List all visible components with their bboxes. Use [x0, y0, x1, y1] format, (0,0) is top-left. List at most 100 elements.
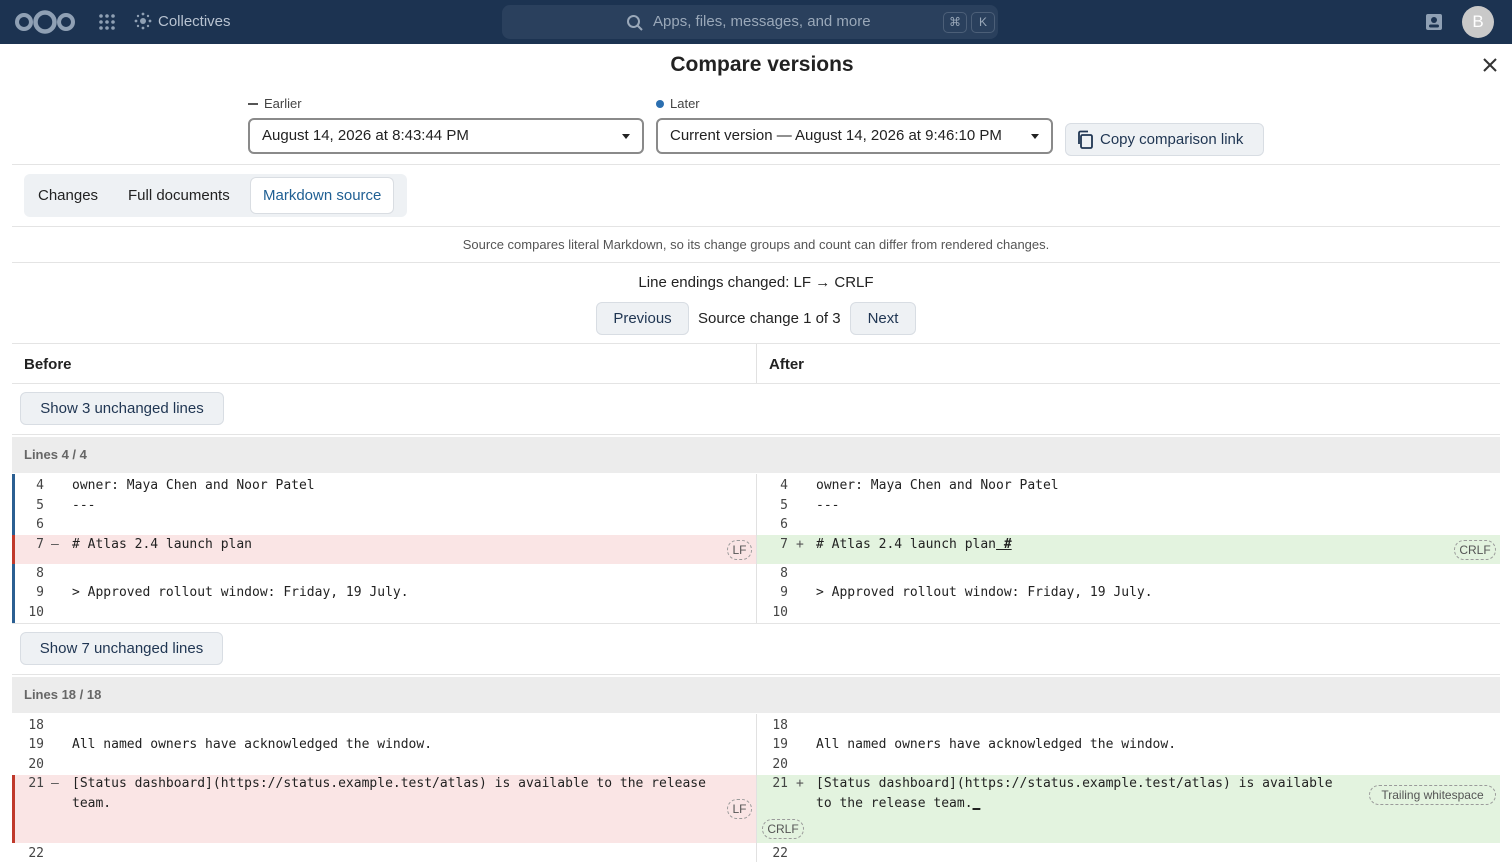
line-number: 8	[780, 566, 788, 581]
line-ending-badge: LF	[727, 799, 752, 819]
line-number: 18	[28, 718, 44, 733]
line-number: 7	[36, 537, 44, 552]
line-number: 19	[28, 737, 44, 752]
show-unchanged-lines-button[interactable]: Show 3 unchanged lines	[20, 392, 224, 425]
hunk-header: Lines 18 / 18	[12, 677, 1500, 713]
earlier-label: Earlier	[248, 96, 302, 111]
code-line: [Status dashboard](https://status.exampl…	[72, 776, 706, 791]
show-unchanged-lines-button[interactable]: Show 7 unchanged lines	[20, 632, 223, 665]
view-tabs: Changes Full documents Markdown source	[24, 174, 407, 217]
hunk-change-bar	[12, 775, 15, 843]
trailing-whitespace-badge: Trailing whitespace	[1369, 785, 1496, 805]
line-number: 5	[780, 498, 788, 513]
line-endings-notice: Line endings changed: LF → CRLF	[638, 274, 874, 291]
collectives-icon	[134, 12, 152, 30]
hunk-change-bar	[12, 535, 15, 564]
line-number: 8	[36, 566, 44, 581]
divider	[12, 164, 1500, 165]
code-line: All named owners have acknowledged the w…	[816, 737, 1177, 752]
deletion-sign: –	[51, 537, 59, 552]
line-number: 5	[36, 498, 44, 513]
line-number: 4	[36, 478, 44, 493]
line-number: 18	[772, 718, 788, 733]
line-number: 4	[780, 478, 788, 493]
source-change-status: Source change 1 of 3	[698, 310, 841, 327]
user-avatar[interactable]: B	[1462, 6, 1494, 38]
line-number: 21	[772, 776, 788, 791]
line-number: 10	[772, 605, 788, 620]
line-number: 9	[36, 585, 44, 600]
divider	[12, 623, 1500, 624]
copy-icon	[1078, 130, 1093, 149]
apps-menu-icon[interactable]	[98, 13, 116, 31]
code-line: > Approved rollout window: Friday, 19 Ju…	[72, 585, 409, 600]
code-line: # Atlas 2.4 launch plan #	[816, 537, 1012, 552]
column-divider	[756, 714, 757, 862]
line-number: 19	[772, 737, 788, 752]
tab-full-documents[interactable]: Full documents	[116, 178, 242, 213]
line-number: 21	[28, 776, 44, 791]
hunk-context-bar	[12, 474, 15, 535]
code-line: owner: Maya Chen and Noor Patel	[72, 478, 315, 493]
after-column-header: After	[769, 356, 805, 373]
close-icon[interactable]	[1481, 56, 1499, 74]
nextcloud-logo-icon[interactable]	[14, 9, 76, 35]
line-number: 20	[772, 757, 788, 772]
app-link-collectives[interactable]: Collectives	[134, 12, 231, 30]
source-info-text: Source compares literal Markdown, so its…	[462, 237, 1050, 252]
code-line: ---	[72, 498, 96, 513]
divider	[12, 262, 1500, 263]
addition-sign: +	[796, 537, 804, 552]
line-number: 20	[28, 757, 44, 772]
chevron-down-icon	[1031, 134, 1039, 139]
code-line: owner: Maya Chen and Noor Patel	[816, 478, 1059, 493]
divider	[12, 434, 1500, 435]
code-line: > Approved rollout window: Friday, 19 Ju…	[816, 585, 1153, 600]
chevron-down-icon	[622, 134, 630, 139]
line-number: 6	[780, 517, 788, 532]
column-divider	[756, 344, 757, 384]
later-version-select[interactable]: Current version — August 14, 2026 at 9:4…	[656, 118, 1053, 154]
whitespace-marker: #	[996, 537, 1012, 552]
line-number: 6	[36, 517, 44, 532]
top-bar: Collectives Apps, files, messages, and m…	[0, 0, 1512, 44]
code-line: # Atlas 2.4 launch plan	[72, 537, 253, 552]
earlier-version-select[interactable]: August 14, 2026 at 8:43:44 PM	[248, 118, 644, 154]
app-name-label: Collectives	[158, 12, 231, 30]
before-column-header: Before	[24, 356, 72, 373]
code-line: All named owners have acknowledged the w…	[72, 737, 433, 752]
code-line-wrapped: team.	[72, 796, 112, 811]
line-number: 10	[28, 605, 44, 620]
previous-button[interactable]: Previous	[596, 302, 689, 335]
later-dot-icon	[656, 99, 664, 108]
line-ending-badge: CRLF	[762, 819, 804, 839]
copy-comparison-link-button[interactable]: Copy comparison link	[1065, 123, 1264, 156]
next-button[interactable]: Next	[850, 302, 916, 335]
deletion-sign: –	[51, 776, 59, 791]
code-line: ---	[816, 498, 840, 513]
line-number: 7	[780, 537, 788, 552]
divider	[12, 674, 1500, 675]
tab-changes[interactable]: Changes	[26, 178, 110, 213]
whitespace-marker: _	[972, 796, 981, 811]
hunk-context-bar	[12, 564, 15, 623]
line-ending-badge: CRLF	[1454, 540, 1496, 560]
earlier-dash-icon	[248, 102, 258, 105]
hunk-header: Lines 4 / 4	[12, 437, 1500, 473]
shortcut-key-k: K	[971, 12, 995, 33]
modal-title: Compare versions	[670, 53, 854, 76]
line-ending-badge: LF	[727, 540, 752, 560]
contacts-icon[interactable]	[1424, 12, 1444, 32]
later-label: Later	[656, 96, 700, 111]
code-line-wrapped: to the release team._	[816, 796, 981, 811]
unified-search-input[interactable]: Apps, files, messages, and more ⌘ K	[502, 5, 998, 39]
column-divider	[756, 474, 757, 623]
tab-markdown-source[interactable]: Markdown source	[251, 178, 394, 213]
search-placeholder: Apps, files, messages, and more	[653, 13, 871, 30]
divider	[12, 226, 1500, 227]
code-line: [Status dashboard](https://status.exampl…	[816, 776, 1333, 791]
line-number: 9	[780, 585, 788, 600]
search-icon	[627, 15, 643, 31]
addition-sign: +	[796, 776, 804, 791]
shortcut-key-cmd: ⌘	[943, 12, 967, 33]
